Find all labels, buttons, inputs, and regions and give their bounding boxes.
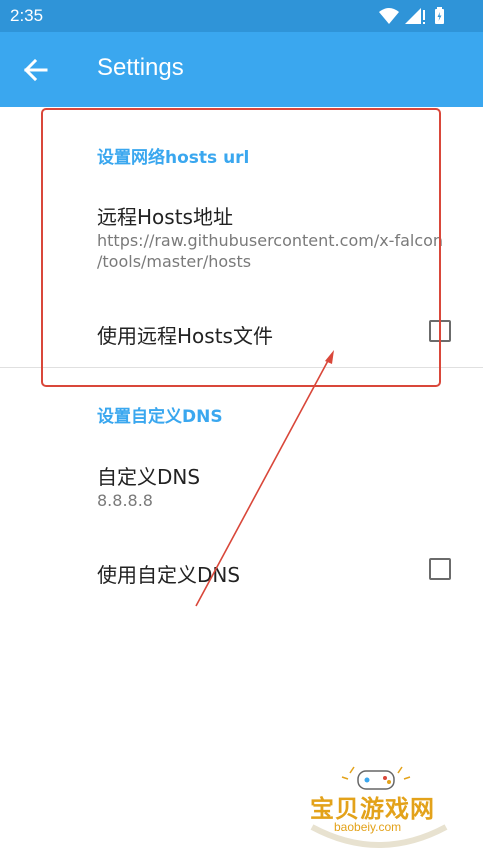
section-divider: [0, 367, 483, 368]
status-bar: 2:35: [0, 0, 483, 32]
use-remote-hosts-checkbox[interactable]: [429, 320, 451, 342]
battery-icon: [435, 7, 444, 24]
arrow-back-icon[interactable]: [20, 55, 52, 85]
category-hosts-url: 设置网络hosts url: [97, 148, 250, 168]
pref-use-remote-hosts-title: 使用远程Hosts文件: [97, 324, 273, 348]
annotation-arrow: [195, 350, 334, 607]
page-title: Settings: [97, 54, 184, 81]
watermark: 宝贝游戏网 baobeiy.com: [300, 765, 458, 855]
status-icons: [379, 7, 449, 25]
use-custom-dns-checkbox[interactable]: [429, 558, 451, 580]
gamepad-icon: [341, 766, 411, 790]
signal-icon: [405, 8, 425, 24]
pref-custom-dns-title: 自定义DNS: [97, 465, 201, 489]
watermark-url: baobeiy.com: [334, 820, 402, 834]
pref-custom-dns-summary: 8.8.8.8: [97, 491, 153, 510]
pref-use-custom-dns-title: 使用自定义DNS: [97, 563, 241, 587]
pref-remote-hosts-summary: https://raw.githubusercontent.com/x-falc…: [97, 231, 444, 271]
status-time: 2:35: [10, 6, 44, 25]
wifi-icon: [379, 8, 399, 24]
pref-remote-hosts-title: 远程Hosts地址: [97, 205, 233, 229]
category-custom-dns: 设置自定义DNS: [97, 407, 223, 427]
app-bar: Settings: [0, 32, 483, 107]
watermark-title: 宝贝游戏网: [310, 795, 435, 823]
